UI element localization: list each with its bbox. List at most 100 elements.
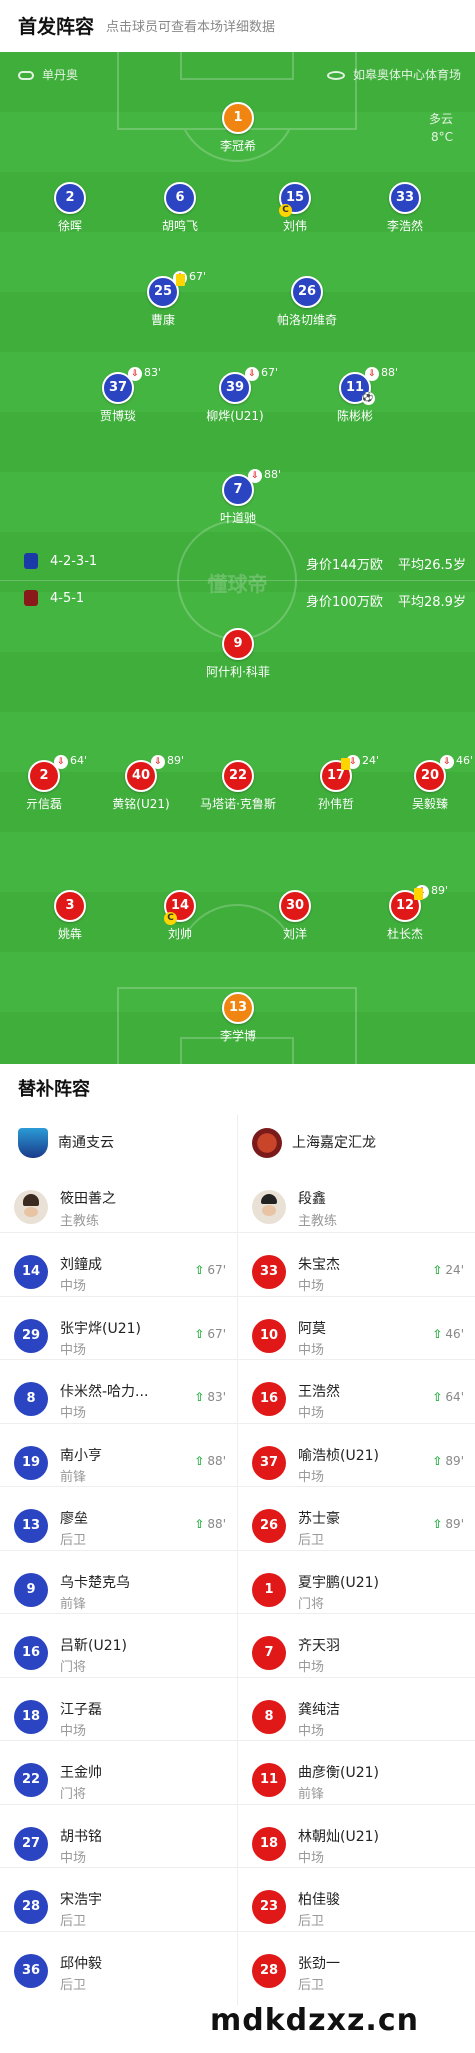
away-player[interactable]: 30 刘洋 [235,890,355,942]
player-number: 16 [14,1636,48,1670]
player-name: 姚犇 [57,927,82,941]
player-number: 6 [164,182,196,214]
home-team-badge [24,553,38,569]
row-divider [0,1359,475,1360]
away-player[interactable]: 12⇩89'杜长杰 [345,884,465,942]
away-coach[interactable]: 段鑫 主教练 [252,1186,467,1236]
home-player[interactable]: 25⇩67'曹康 [103,270,223,328]
player-name: 王浩然 [298,1384,340,1400]
away-player[interactable]: 3 姚犇 [10,890,130,942]
player-name: 李冠希 [219,139,256,153]
player-name: 齐天羽 [298,1638,340,1654]
home-player[interactable]: 6 胡鸣飞 [120,182,240,234]
yellow-card-icon [176,274,185,286]
player-number: 27 [14,1826,48,1861]
home-player[interactable]: 7 ⇩ 88' 叶道驰 [178,468,298,526]
home-coach[interactable]: 筱田善之 主教练 [14,1186,229,1236]
home-player[interactable]: 1 李冠希 [178,102,298,154]
lineup-header: 首发阵容 点击球员可查看本场详细数据 [0,0,475,52]
away-formation: 4-5-1 [50,591,85,606]
player-number: 19 [14,1445,48,1480]
weather-temp: 8°C [430,130,453,144]
avatar [252,1190,286,1224]
bench-player-row[interactable]: 36 邱仲毅 后卫 [14,1942,236,2004]
player-number: 7 [252,1636,286,1670]
sub-in-arrow-icon: ⇧ [194,1517,205,1531]
sub-out-icon: ⇩ [54,755,68,769]
whistle-icon [18,71,34,80]
player-number: 18 [14,1699,48,1734]
home-player[interactable]: 2 徐晖 [10,182,130,234]
coach-role: 主教练 [60,1214,100,1229]
pitch: 单丹奥 如皋奥体中心体育场 多云 8°C 懂球帝 4-2-3-1 身价144万欧… [0,52,475,1064]
referee: 单丹奥 [18,66,78,83]
player-name: 阿莫 [298,1320,326,1337]
coach-name: 段鑫 [298,1191,326,1207]
player-position: 门将 [298,1596,325,1612]
football-icon: ⚽ [362,392,375,405]
player-number: 8 [252,1699,286,1734]
player-number: 22 [14,1763,48,1797]
home-team-header[interactable]: 南通支云 [18,1128,114,1172]
home-player[interactable]: 26 帕洛切维奇 [247,276,367,328]
away-player[interactable]: 20 ⇩ 46' 吴毅臻 [370,754,475,812]
sub-in-arrow-icon: ⇧ [194,1453,205,1468]
away-age: 平均28.9岁 [398,595,466,610]
home-formation: 4-2-3-1 [50,554,98,569]
player-position: 中场 [298,1723,325,1739]
home-player[interactable]: 37 ⇩ 83' 贾博琰 [58,366,178,424]
player-name: 李浩然 [386,219,423,233]
sub-in-indicator: ⇧ 88' [194,1454,226,1468]
bench-player-row[interactable]: 28 张劲一 后卫 [252,1942,474,2004]
sub-out-icon: ⇩ [151,755,165,769]
row-divider [0,1549,475,1551]
home-player[interactable]: 15 C 刘伟 [235,182,355,234]
player-name: 张宇烨(U21) [60,1320,141,1337]
sub-in-indicator: ⇧ 89' [432,1517,464,1531]
home-player[interactable]: 39 ⇩ 67' 柳烨(U21) [175,366,295,424]
player-name: 胡书铭 [60,1828,102,1845]
player-number: 28 [252,1953,286,1988]
venue: 如皋奥体中心体育场 [326,66,461,83]
player-position: 中场 [60,1723,87,1739]
player-name: 朱宝杰 [298,1257,340,1273]
player-number: 26 [291,276,323,308]
sub-out-icon: ⇩ [440,755,454,769]
player-number: 37 [252,1445,286,1480]
away-team-logo [252,1128,282,1158]
sub-out-icon: ⇩ [245,367,259,381]
player-position: 门将 [60,1787,87,1802]
sub-out-icon: ⇩ [128,367,142,381]
yellow-card-icon [341,758,350,770]
player-number: 29 [14,1318,48,1353]
sub-in-time: 46' [445,1326,464,1341]
home-player[interactable]: 33 李浩然 [345,182,465,234]
sub-out-time: 67' [261,366,279,379]
player-position: 中场 [298,1279,325,1294]
player-position: 中场 [298,1850,325,1866]
player-number: 9 [222,628,254,660]
player-number: 14 [14,1255,48,1289]
row-divider [0,1740,475,1741]
sub-out-icon: ⇩ [248,469,262,483]
player-number: 2 [54,182,86,214]
away-team-header[interactable]: 上海嘉定汇龙 [252,1128,376,1172]
sub-in-arrow-icon: ⇧ [194,1326,205,1341]
sub-out-time: 83' [144,366,162,379]
sub-in-time: 67' [207,1263,226,1277]
away-player[interactable]: 9 阿什利·科菲 [178,628,298,680]
referee-name: 单丹奥 [42,68,79,82]
row-divider [0,1422,475,1424]
player-name: 胡鸣飞 [161,219,198,233]
player-name: 宋浩宇 [60,1892,102,1908]
away-player[interactable]: 13 李学博 [178,992,298,1044]
home-player[interactable]: 11 ⇩ 88' 陈彬彬 [295,366,415,424]
site-watermark: mdkdzxz.cn [210,2003,419,2038]
player-number: 11 [252,1763,286,1797]
player-number: 36 [14,1953,48,1988]
player-number: 10 [252,1318,286,1353]
away-player[interactable]: 14 C 刘帅 [120,890,240,942]
lineup-title: 首发阵容 [18,16,95,38]
sub-in-indicator: ⇧ 46' [432,1327,464,1341]
player-position: 前锋 [298,1787,325,1802]
